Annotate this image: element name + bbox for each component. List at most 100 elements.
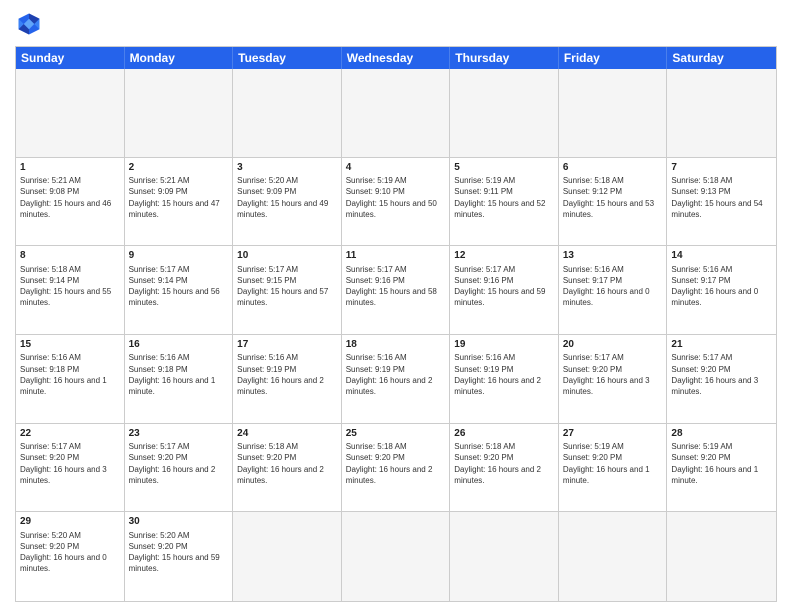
week-row-3: 15Sunrise: 5:16 AMSunset: 9:18 PMDayligh… xyxy=(16,335,776,424)
day-number: 30 xyxy=(129,515,229,529)
day-number: 18 xyxy=(346,338,446,352)
header-thursday: Thursday xyxy=(450,47,559,69)
week-row-1: 1Sunrise: 5:21 AMSunset: 9:08 PMDaylight… xyxy=(16,158,776,247)
cell-info: Sunrise: 5:19 AMSunset: 9:20 PMDaylight:… xyxy=(671,441,772,486)
header-tuesday: Tuesday xyxy=(233,47,342,69)
cell-w2-d5: 13Sunrise: 5:16 AMSunset: 9:17 PMDayligh… xyxy=(559,246,668,334)
cell-info: Sunrise: 5:17 AMSunset: 9:15 PMDaylight:… xyxy=(237,264,337,309)
cell-info: Sunrise: 5:21 AMSunset: 9:09 PMDaylight:… xyxy=(129,175,229,220)
cell-info: Sunrise: 5:17 AMSunset: 9:20 PMDaylight:… xyxy=(20,441,120,486)
day-number: 19 xyxy=(454,338,554,352)
cell-info: Sunrise: 5:19 AMSunset: 9:10 PMDaylight:… xyxy=(346,175,446,220)
cell-info: Sunrise: 5:16 AMSunset: 9:18 PMDaylight:… xyxy=(20,352,120,397)
cell-w1-d5: 6Sunrise: 5:18 AMSunset: 9:12 PMDaylight… xyxy=(559,158,668,246)
cell-info: Sunrise: 5:20 AMSunset: 9:20 PMDaylight:… xyxy=(20,530,120,575)
cell-info: Sunrise: 5:16 AMSunset: 9:19 PMDaylight:… xyxy=(237,352,337,397)
week-row-5: 29Sunrise: 5:20 AMSunset: 9:20 PMDayligh… xyxy=(16,512,776,601)
cell-w5-d4 xyxy=(450,512,559,601)
cell-info: Sunrise: 5:18 AMSunset: 9:20 PMDaylight:… xyxy=(237,441,337,486)
header-monday: Monday xyxy=(125,47,234,69)
cell-w2-d2: 10Sunrise: 5:17 AMSunset: 9:15 PMDayligh… xyxy=(233,246,342,334)
cell-w5-d2 xyxy=(233,512,342,601)
day-number: 15 xyxy=(20,338,120,352)
cell-info: Sunrise: 5:16 AMSunset: 9:19 PMDaylight:… xyxy=(454,352,554,397)
day-number: 6 xyxy=(563,161,663,175)
day-number: 12 xyxy=(454,249,554,263)
day-number: 9 xyxy=(129,249,229,263)
header-saturday: Saturday xyxy=(667,47,776,69)
cell-w4-d1: 23Sunrise: 5:17 AMSunset: 9:20 PMDayligh… xyxy=(125,424,234,512)
cell-w4-d0: 22Sunrise: 5:17 AMSunset: 9:20 PMDayligh… xyxy=(16,424,125,512)
cell-w0-d2 xyxy=(233,69,342,157)
day-number: 2 xyxy=(129,161,229,175)
cell-w1-d1: 2Sunrise: 5:21 AMSunset: 9:09 PMDaylight… xyxy=(125,158,234,246)
day-number: 22 xyxy=(20,427,120,441)
cell-w3-d0: 15Sunrise: 5:16 AMSunset: 9:18 PMDayligh… xyxy=(16,335,125,423)
cell-info: Sunrise: 5:17 AMSunset: 9:16 PMDaylight:… xyxy=(454,264,554,309)
cell-w0-d5 xyxy=(559,69,668,157)
cell-info: Sunrise: 5:19 AMSunset: 9:11 PMDaylight:… xyxy=(454,175,554,220)
cell-w5-d0: 29Sunrise: 5:20 AMSunset: 9:20 PMDayligh… xyxy=(16,512,125,601)
cell-w2-d1: 9Sunrise: 5:17 AMSunset: 9:14 PMDaylight… xyxy=(125,246,234,334)
week-row-0 xyxy=(16,69,776,158)
cell-info: Sunrise: 5:16 AMSunset: 9:17 PMDaylight:… xyxy=(671,264,772,309)
cell-w3-d6: 21Sunrise: 5:17 AMSunset: 9:20 PMDayligh… xyxy=(667,335,776,423)
cell-info: Sunrise: 5:17 AMSunset: 9:16 PMDaylight:… xyxy=(346,264,446,309)
day-number: 4 xyxy=(346,161,446,175)
cell-w3-d4: 19Sunrise: 5:16 AMSunset: 9:19 PMDayligh… xyxy=(450,335,559,423)
day-number: 1 xyxy=(20,161,120,175)
logo-icon xyxy=(15,10,43,38)
cell-info: Sunrise: 5:17 AMSunset: 9:20 PMDaylight:… xyxy=(671,352,772,397)
cell-w1-d0: 1Sunrise: 5:21 AMSunset: 9:08 PMDaylight… xyxy=(16,158,125,246)
cell-info: Sunrise: 5:17 AMSunset: 9:20 PMDaylight:… xyxy=(563,352,663,397)
cell-w4-d2: 24Sunrise: 5:18 AMSunset: 9:20 PMDayligh… xyxy=(233,424,342,512)
cell-info: Sunrise: 5:18 AMSunset: 9:13 PMDaylight:… xyxy=(671,175,772,220)
page: Sunday Monday Tuesday Wednesday Thursday… xyxy=(0,0,792,612)
cell-w1-d3: 4Sunrise: 5:19 AMSunset: 9:10 PMDaylight… xyxy=(342,158,451,246)
day-number: 29 xyxy=(20,515,120,529)
day-number: 10 xyxy=(237,249,337,263)
cell-w5-d5 xyxy=(559,512,668,601)
day-number: 5 xyxy=(454,161,554,175)
cell-info: Sunrise: 5:18 AMSunset: 9:14 PMDaylight:… xyxy=(20,264,120,309)
logo xyxy=(15,10,47,38)
day-number: 28 xyxy=(671,427,772,441)
header-friday: Friday xyxy=(559,47,668,69)
week-row-2: 8Sunrise: 5:18 AMSunset: 9:14 PMDaylight… xyxy=(16,246,776,335)
cell-info: Sunrise: 5:19 AMSunset: 9:20 PMDaylight:… xyxy=(563,441,663,486)
cell-info: Sunrise: 5:17 AMSunset: 9:20 PMDaylight:… xyxy=(129,441,229,486)
calendar-header: Sunday Monday Tuesday Wednesday Thursday… xyxy=(16,47,776,69)
cell-info: Sunrise: 5:20 AMSunset: 9:09 PMDaylight:… xyxy=(237,175,337,220)
cell-w2-d4: 12Sunrise: 5:17 AMSunset: 9:16 PMDayligh… xyxy=(450,246,559,334)
cell-w3-d2: 17Sunrise: 5:16 AMSunset: 9:19 PMDayligh… xyxy=(233,335,342,423)
day-number: 17 xyxy=(237,338,337,352)
cell-w4-d6: 28Sunrise: 5:19 AMSunset: 9:20 PMDayligh… xyxy=(667,424,776,512)
cell-info: Sunrise: 5:18 AMSunset: 9:20 PMDaylight:… xyxy=(454,441,554,486)
cell-w1-d4: 5Sunrise: 5:19 AMSunset: 9:11 PMDaylight… xyxy=(450,158,559,246)
header-sunday: Sunday xyxy=(16,47,125,69)
cell-w4-d5: 27Sunrise: 5:19 AMSunset: 9:20 PMDayligh… xyxy=(559,424,668,512)
day-number: 16 xyxy=(129,338,229,352)
cell-w1-d6: 7Sunrise: 5:18 AMSunset: 9:13 PMDaylight… xyxy=(667,158,776,246)
cell-info: Sunrise: 5:16 AMSunset: 9:18 PMDaylight:… xyxy=(129,352,229,397)
cell-w3-d1: 16Sunrise: 5:16 AMSunset: 9:18 PMDayligh… xyxy=(125,335,234,423)
day-number: 7 xyxy=(671,161,772,175)
cell-w0-d6 xyxy=(667,69,776,157)
day-number: 3 xyxy=(237,161,337,175)
cell-w2-d3: 11Sunrise: 5:17 AMSunset: 9:16 PMDayligh… xyxy=(342,246,451,334)
cell-w3-d3: 18Sunrise: 5:16 AMSunset: 9:19 PMDayligh… xyxy=(342,335,451,423)
cell-info: Sunrise: 5:20 AMSunset: 9:20 PMDaylight:… xyxy=(129,530,229,575)
header xyxy=(15,10,777,38)
cell-info: Sunrise: 5:18 AMSunset: 9:20 PMDaylight:… xyxy=(346,441,446,486)
cell-info: Sunrise: 5:16 AMSunset: 9:17 PMDaylight:… xyxy=(563,264,663,309)
cell-info: Sunrise: 5:18 AMSunset: 9:12 PMDaylight:… xyxy=(563,175,663,220)
day-number: 25 xyxy=(346,427,446,441)
day-number: 21 xyxy=(671,338,772,352)
cell-w1-d2: 3Sunrise: 5:20 AMSunset: 9:09 PMDaylight… xyxy=(233,158,342,246)
cell-w4-d4: 26Sunrise: 5:18 AMSunset: 9:20 PMDayligh… xyxy=(450,424,559,512)
cell-w5-d6 xyxy=(667,512,776,601)
cell-w5-d1: 30Sunrise: 5:20 AMSunset: 9:20 PMDayligh… xyxy=(125,512,234,601)
calendar-body: 1Sunrise: 5:21 AMSunset: 9:08 PMDaylight… xyxy=(16,69,776,601)
cell-info: Sunrise: 5:21 AMSunset: 9:08 PMDaylight:… xyxy=(20,175,120,220)
cell-w2-d0: 8Sunrise: 5:18 AMSunset: 9:14 PMDaylight… xyxy=(16,246,125,334)
